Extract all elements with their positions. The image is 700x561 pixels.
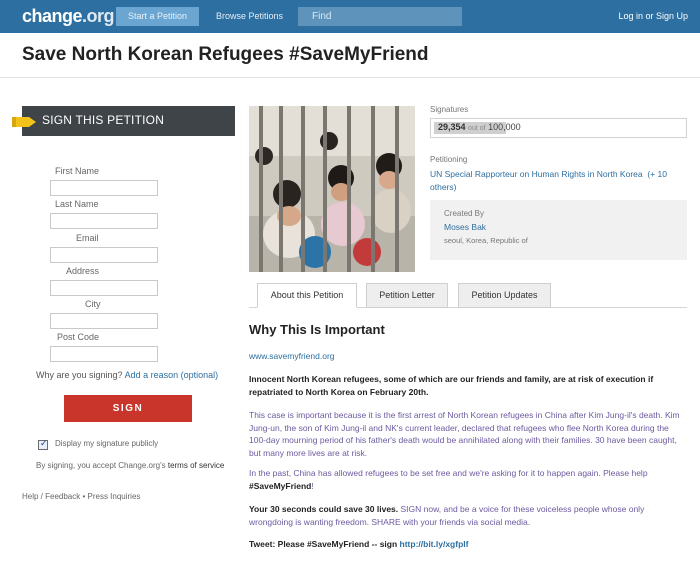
arrow-flag-icon [12, 117, 36, 127]
paragraph-call-to-action: Your 30 seconds could save 30 lives. SIG… [249, 503, 687, 528]
start-petition-button[interactable]: Start a Petition [116, 7, 199, 26]
change-org-logo[interactable]: change.org [22, 6, 115, 27]
savemyfriend-link[interactable]: www.savemyfriend.org [249, 351, 335, 361]
sign-petition-heading: SIGN THIS PETITION [42, 113, 165, 127]
terms-prefix: By signing, you accept Change.org's [36, 461, 166, 470]
email-label: Email [76, 233, 99, 243]
paragraph-intro: Innocent North Korean refugees, some of … [249, 373, 687, 398]
first-name-label: First Name [55, 166, 100, 176]
signing-reason-row: Why are you signing? Add a reason (optio… [36, 370, 218, 380]
petitioning-label: Petitioning [430, 155, 468, 164]
past-text: In the past, China has allowed refugees … [249, 468, 648, 478]
display-signature-label: Display my signature publicly [55, 439, 159, 448]
signature-out-of: out of [468, 125, 486, 132]
address-field[interactable] [50, 280, 158, 296]
terms-of-service-link[interactable]: terms of service [168, 461, 224, 470]
last-name-field[interactable] [50, 213, 158, 229]
signatures-label: Signatures [430, 105, 469, 114]
sign-button[interactable]: SIGN [64, 395, 192, 422]
tab-about-petition[interactable]: About this Petition [257, 283, 357, 308]
created-by-label: Created By [444, 209, 485, 218]
hashtag: #SaveMyFriend [249, 480, 312, 491]
petition-target-link[interactable]: UN Special Rapporteur on Human Rights in… [430, 169, 643, 179]
past-exclaim: ! [311, 480, 314, 491]
refugees-photo [249, 106, 415, 272]
email-field[interactable] [50, 247, 158, 263]
login-signup-link[interactable]: Log in or Sign Up [618, 7, 688, 26]
tweet-line: Tweet: Please #SaveMyFriend -- sign http… [249, 538, 687, 551]
creator-name-link[interactable]: Moses Bak [444, 222, 486, 232]
tab-petition-updates[interactable]: Petition Updates [458, 283, 551, 308]
petition-target: UN Special Rapporteur on Human Rights in… [430, 168, 685, 194]
post-code-label: Post Code [57, 332, 100, 342]
city-field[interactable] [50, 313, 158, 329]
search-input[interactable]: Find [298, 7, 462, 26]
display-signature-checkbox[interactable] [38, 438, 48, 450]
signature-count-row: 29,354 out of 100,000 [438, 122, 521, 132]
post-code-field[interactable] [50, 346, 158, 362]
add-reason-link[interactable]: Add a reason (optional) [125, 370, 219, 380]
address-label: Address [66, 266, 100, 276]
paragraph-past: In the past, China has allowed refugees … [249, 467, 687, 492]
intro-text: Innocent North Korean refugees, some of … [249, 374, 654, 397]
petition-title: Save North Korean Refugees #SaveMyFriend [22, 44, 429, 65]
logo-tld: .org [82, 6, 115, 26]
signature-count: 29,354 [438, 122, 466, 132]
cta-bold: Your 30 seconds could save 30 lives. [249, 504, 399, 514]
creator-location: seoul, Korea, Republic of [444, 236, 528, 245]
tweet-link[interactable]: http://bit.ly/xgfplf [400, 539, 469, 549]
footer-links[interactable]: Help / Feedback • Press Inquiries [22, 492, 140, 501]
signature-goal: 100,000 [488, 122, 521, 132]
last-name-label: Last Name [55, 199, 99, 209]
browse-petitions-link[interactable]: Browse Petitions [216, 7, 283, 26]
why-important-heading: Why This Is Important [249, 322, 385, 337]
tweet-prefix: Tweet: Please #SaveMyFriend -- sign [249, 539, 400, 549]
logo-text: change [22, 6, 83, 26]
tab-petition-letter[interactable]: Petition Letter [366, 283, 448, 308]
why-signing-label: Why are you signing? [36, 370, 123, 380]
first-name-field[interactable] [50, 180, 158, 196]
terms-notice: By signing, you accept Change.org's term… [36, 461, 224, 470]
paragraph-case: This case is important because it is the… [249, 410, 680, 458]
city-label: City [85, 299, 101, 309]
